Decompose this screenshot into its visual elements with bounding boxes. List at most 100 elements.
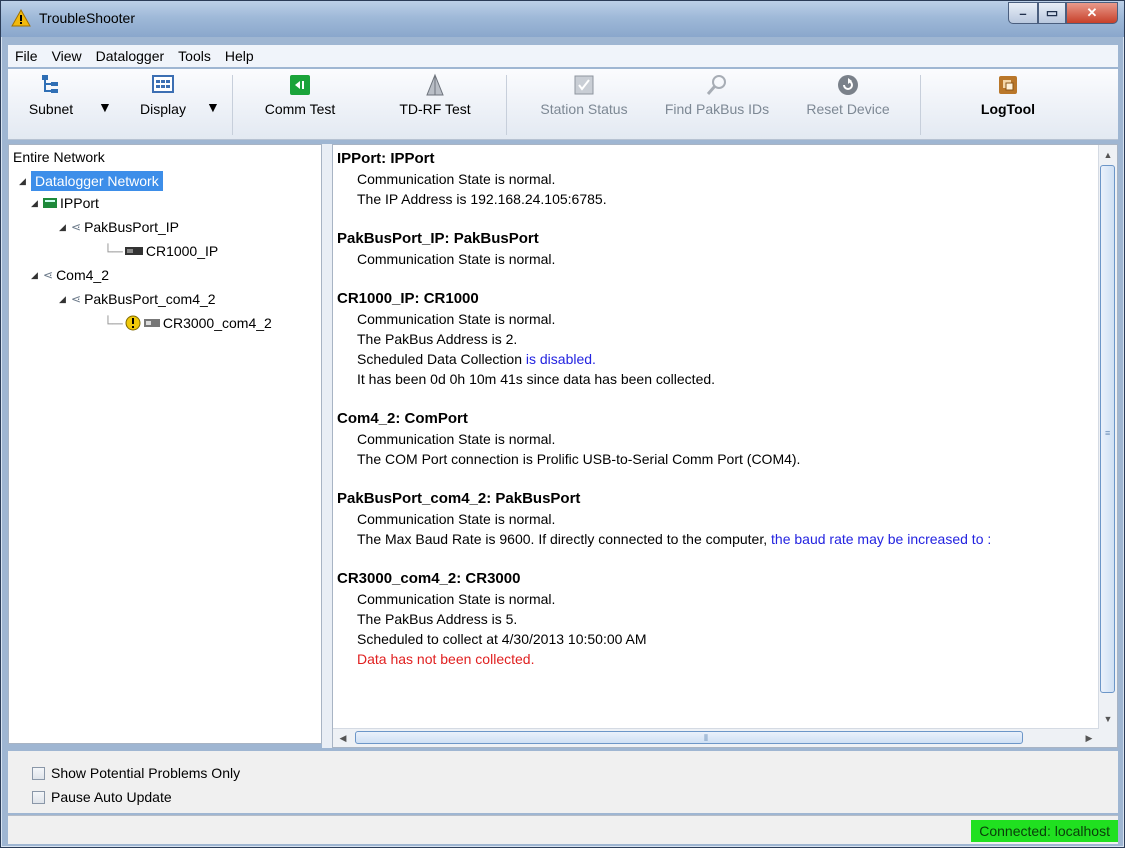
section-title: IPPort: IPPort <box>337 150 435 167</box>
detail-line: Communication State is normal. <box>357 431 556 447</box>
show-problems-checkbox[interactable]: Show Potential Problems Only <box>32 765 240 781</box>
menu-view[interactable]: View <box>45 48 89 64</box>
expand-icon[interactable]: ◢ <box>19 176 31 187</box>
menu-help[interactable]: Help <box>218 48 261 64</box>
tdrf-test-button[interactable]: TD-RF Test <box>388 73 482 117</box>
detail-line: Communication State is normal. <box>357 171 556 187</box>
warning-icon <box>125 315 141 331</box>
tree-node-label: IPPort <box>60 195 99 211</box>
tree-node-pakbusport-ip[interactable]: ◢ ⋖ PakBusPort_IP <box>59 219 179 235</box>
logtool-button[interactable]: LogTool <box>968 73 1048 117</box>
expand-icon[interactable]: ◢ <box>59 222 71 233</box>
detail-section-cr1000-ip: CR1000_IP: CR1000 Communication State is… <box>337 289 1097 389</box>
checkbox-box[interactable] <box>32 790 45 804</box>
grip-icon: ≡ <box>1105 428 1111 438</box>
tree-node-cr3000-com4-2[interactable]: └─ CR3000_com4_2 <box>103 315 272 331</box>
checkbox-box[interactable] <box>32 766 45 780</box>
section-title: PakBusPort_IP: PakBusPort <box>337 230 539 247</box>
scroll-left-icon[interactable]: ◀ <box>335 730 351 746</box>
vertical-scroll-thumb[interactable]: ≡ <box>1100 165 1115 693</box>
warning-icon <box>11 9 31 27</box>
detail-line: Communication State is normal. <box>357 511 556 527</box>
datalogger-icon <box>143 319 160 327</box>
not-collected-warning: Data has not been collected. <box>357 651 535 667</box>
collection-disabled-link[interactable]: is disabled. <box>526 351 596 367</box>
display-button[interactable]: Display <box>123 73 203 117</box>
tree-connector: └─ <box>103 315 123 331</box>
tree-node-label: PakBusPort_IP <box>84 219 179 235</box>
detail-section-com4-2: Com4_2: ComPort Communication State is n… <box>337 409 1097 469</box>
section-title: PakBusPort_com4_2: PakBusPort <box>337 490 581 507</box>
detail-line: The Max Baud Rate is 9600. If directly c… <box>337 529 1097 549</box>
vertical-scrollbar[interactable]: ▲ ≡ ▼ <box>1098 145 1117 729</box>
menu-file[interactable]: File <box>8 48 45 64</box>
pause-update-checkbox[interactable]: Pause Auto Update <box>32 789 172 805</box>
expand-icon[interactable]: ◢ <box>31 270 43 281</box>
tree-node-label: CR3000_com4_2 <box>162 315 272 331</box>
station-status-icon <box>574 75 594 95</box>
title-bar[interactable]: TroubleShooter – ▭ ✕ <box>1 1 1124 37</box>
maximize-button[interactable]: ▭ <box>1038 2 1066 24</box>
comm-test-button[interactable]: Comm Test <box>254 73 346 117</box>
menu-tools[interactable]: Tools <box>171 48 218 64</box>
subnet-icon <box>42 75 58 93</box>
detail-line: The COM Port connection is Prolific USB-… <box>357 451 801 467</box>
pakbus-port-icon: ⋖ <box>71 292 82 306</box>
station-status-button[interactable]: Station Status <box>530 73 638 117</box>
tree-node-ipport[interactable]: ◢ IPPort <box>31 195 99 211</box>
scroll-down-icon[interactable]: ▼ <box>1100 711 1116 727</box>
tree-node-cr1000-ip[interactable]: └─ CR1000_IP <box>103 243 218 259</box>
baud-rate-link[interactable]: the baud rate may be increased to : <box>771 531 991 547</box>
detail-text: The Max Baud Rate is 9600. If directly c… <box>357 531 768 547</box>
close-button[interactable]: ✕ <box>1066 2 1118 24</box>
tree-node-label: PakBusPort_com4_2 <box>84 291 216 307</box>
detail-line: The PakBus Address is 5. <box>357 611 518 627</box>
menu-datalogger[interactable]: Datalogger <box>89 48 172 64</box>
tree-node-label: CR1000_IP <box>145 243 219 259</box>
toolbar: Subnet ▼ Display ▼ Comm Test TD-RF Test <box>8 69 1118 140</box>
subnet-dropdown-icon[interactable]: ▼ <box>98 99 112 115</box>
scrollbar-corner <box>1099 729 1117 747</box>
scroll-up-icon[interactable]: ▲ <box>1100 147 1116 163</box>
status-bar: Connected: localhost <box>8 815 1118 844</box>
reset-device-button[interactable]: Reset Device <box>798 73 898 117</box>
antenna-icon <box>426 73 444 96</box>
detail-line: Communication State is normal. <box>357 251 556 267</box>
detail-line: Communication State is normal. <box>357 311 556 327</box>
tree-header: Entire Network <box>13 149 105 165</box>
find-pakbus-label: Find PakBus IDs <box>664 101 770 117</box>
magnifier-icon <box>706 75 726 95</box>
pakbus-port-icon: ⋖ <box>71 220 82 234</box>
display-label: Display <box>140 101 186 117</box>
toolbar-separator <box>920 75 921 135</box>
horizontal-scroll-thumb[interactable]: ⦀ <box>355 731 1023 744</box>
detail-section-cr3000-com4-2: CR3000_com4_2: CR3000 Communication Stat… <box>337 569 1097 669</box>
detail-text: Scheduled Data Collection <box>357 351 522 367</box>
minimize-button[interactable]: – <box>1008 2 1038 24</box>
checkbox-label: Show Potential Problems Only <box>51 765 241 781</box>
scroll-right-icon[interactable]: ▶ <box>1081 730 1097 746</box>
reset-icon <box>838 75 858 95</box>
detail-line: The PakBus Address is 2. <box>357 331 518 347</box>
display-dropdown-icon[interactable]: ▼ <box>206 99 220 115</box>
station-status-label: Station Status <box>540 101 628 117</box>
tdrf-test-label: TD-RF Test <box>399 101 471 117</box>
logtool-label: LogTool <box>980 101 1036 117</box>
expand-icon[interactable]: ◢ <box>59 294 71 305</box>
datalogger-icon <box>124 247 143 255</box>
section-title: CR3000_com4_2: CR3000 <box>337 570 521 587</box>
tree-node-datalogger-network[interactable]: ◢ Datalogger Network <box>19 171 163 191</box>
tree-connector: └─ <box>103 243 123 259</box>
tree-node-com4-2[interactable]: ◢ ⋖ Com4_2 <box>31 267 109 283</box>
detail-line: Scheduled to collect at 4/30/2013 10:50:… <box>357 631 647 647</box>
tree-node-pakbusport-com4-2[interactable]: ◢ ⋖ PakBusPort_com4_2 <box>59 291 216 307</box>
subnet-label: Subnet <box>28 101 74 117</box>
grip-icon: ⦀ <box>704 733 708 743</box>
pane-splitter[interactable] <box>322 144 332 748</box>
find-pakbus-button[interactable]: Find PakBus IDs <box>658 73 776 117</box>
detail-section-pakbusport-com4-2: PakBusPort_com4_2: PakBusPort Communicat… <box>337 489 1097 549</box>
horizontal-scrollbar[interactable]: ◀ ⦀ ▶ <box>333 728 1099 747</box>
expand-icon[interactable]: ◢ <box>31 198 43 209</box>
subnet-button[interactable]: Subnet <box>16 73 86 117</box>
troubleshooter-window: TroubleShooter – ▭ ✕ File View Datalogge… <box>0 0 1125 848</box>
